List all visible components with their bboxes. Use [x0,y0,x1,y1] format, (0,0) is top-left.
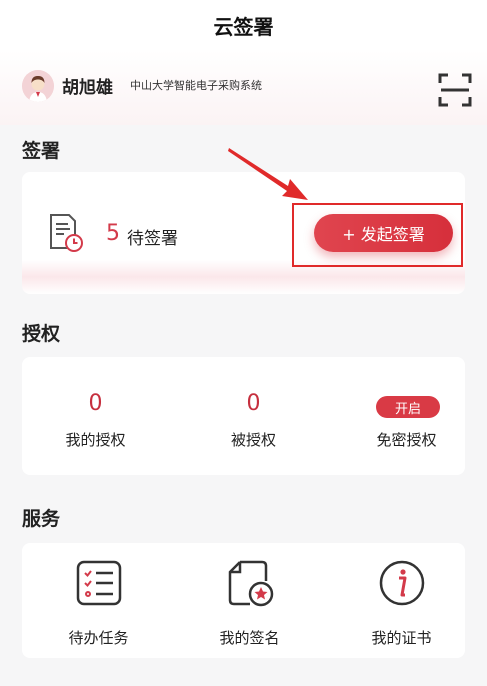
profile-header: 胡旭雄 中山大学智能电子采购系统 [0,50,487,125]
service-my-signature[interactable]: 我的签名 [176,543,323,658]
services-card: 待办任务 我的签名 我的证书 [22,543,465,658]
scan-icon[interactable] [437,72,473,108]
organization-name: 中山大学智能电子采购系统 [130,79,262,92]
service-my-signature-label: 我的签名 [219,629,280,647]
pending-label[interactable]: 待签署 [127,224,178,249]
pending-document-icon [50,214,83,252]
section-title-authorization: 授权 [22,323,61,345]
password-free-enabled-badge[interactable]: 开启 [376,396,440,418]
service-todo-tasks[interactable]: 待办任务 [25,543,172,658]
authorized-label: 被授权 [230,431,276,449]
certificate-info-icon [379,560,425,606]
service-my-certificate-label: 我的证书 [371,629,432,647]
my-authorization-label: 我的授权 [65,431,126,449]
password-free-auth-label: 免密授权 [376,431,437,449]
task-list-icon [76,560,122,606]
signature-icon [228,560,274,607]
top-bar: 云签署 [0,0,487,50]
page-title: 云签署 [213,14,274,39]
section-title-signing: 签署 [22,140,61,162]
annotation-arrow-icon [228,148,308,200]
user-name: 胡旭雄 [62,78,113,98]
pending-count[interactable]: 5 [106,221,120,246]
avatar[interactable] [22,70,54,102]
service-todo-tasks-label: 待办任务 [68,629,129,647]
user-avatar-icon [22,70,54,102]
section-title-services: 服务 [22,508,61,530]
authorized-item[interactable]: 0 被授权 [180,357,327,475]
my-authorization-count: 0 [88,391,103,416]
my-authorization-item[interactable]: 0 我的授权 [22,357,169,475]
authorized-count: 0 [246,391,261,416]
service-my-certificate[interactable]: 我的证书 [328,543,475,658]
initiate-signing-button[interactable]: + 发起签署 [314,214,453,252]
